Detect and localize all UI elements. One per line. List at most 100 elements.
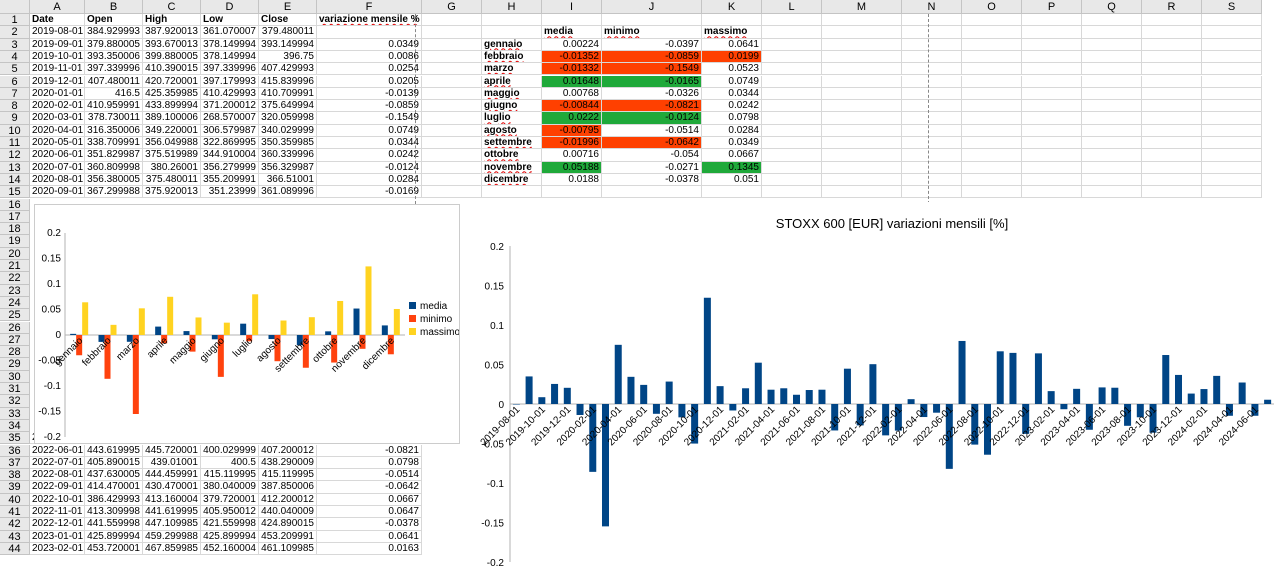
column-header-o[interactable]: O	[962, 0, 1022, 14]
data-cell[interactable]: 389.100006	[143, 112, 201, 125]
header-cell-d[interactable]: Low	[201, 14, 259, 27]
data-cell[interactable]: 0.0349	[317, 38, 422, 51]
data-cell[interactable]: 425.359985	[143, 87, 201, 101]
column-header-h[interactable]: H	[482, 0, 542, 14]
data-cell[interactable]: 2022-08-01	[30, 469, 85, 482]
data-cell[interactable]: 410.390015	[143, 63, 201, 76]
data-cell[interactable]: 2020-03-01	[30, 112, 85, 125]
summary-value-massimo[interactable]: 0.0667	[702, 149, 762, 162]
empty-cell[interactable]	[762, 186, 822, 199]
data-cell[interactable]: 371.200012	[201, 100, 259, 113]
header-cell-e[interactable]: Close	[259, 14, 317, 27]
row-header-35[interactable]: 35	[0, 432, 30, 445]
summary-value-media[interactable]: 0.00768	[542, 87, 602, 101]
empty-cell[interactable]	[1022, 161, 1082, 174]
column-header-a[interactable]: A	[30, 0, 85, 14]
data-cell[interactable]: 2022-10-01	[30, 493, 85, 506]
header-cell-a[interactable]: Date	[30, 14, 85, 27]
data-cell[interactable]: 2020-05-01	[30, 137, 85, 150]
summary-header-media[interactable]: media	[542, 26, 602, 39]
empty-cell[interactable]	[422, 161, 482, 174]
empty-cell[interactable]	[422, 63, 482, 76]
summary-month-label[interactable]: aprile	[482, 75, 542, 88]
data-cell[interactable]: 410.429993	[201, 87, 259, 101]
empty-cell[interactable]	[1202, 75, 1262, 88]
empty-cell[interactable]	[902, 149, 962, 162]
row-header-1[interactable]: 1	[0, 14, 30, 27]
empty-cell[interactable]	[602, 14, 702, 27]
data-cell[interactable]: 355.209991	[201, 173, 259, 187]
data-cell[interactable]: -0.0169	[317, 186, 422, 199]
summary-value-minimo[interactable]: -0.0165	[602, 75, 702, 88]
empty-cell[interactable]	[822, 63, 902, 76]
data-cell[interactable]: 416.5	[85, 87, 143, 101]
summary-value-media[interactable]: 0.01648	[542, 75, 602, 88]
summary-value-media[interactable]: -0.01352	[542, 50, 602, 64]
data-cell[interactable]: 453.209991	[259, 530, 317, 543]
data-cell[interactable]: 2019-08-01	[30, 26, 85, 39]
data-cell[interactable]: 407.429993	[259, 63, 317, 76]
empty-cell[interactable]	[422, 87, 482, 101]
data-cell[interactable]: 459.299988	[143, 530, 201, 543]
empty-cell[interactable]	[1082, 124, 1142, 137]
data-cell[interactable]: 410.709991	[259, 87, 317, 101]
empty-cell[interactable]	[822, 26, 902, 39]
data-cell[interactable]: 2022-07-01	[30, 456, 85, 470]
empty-cell[interactable]	[1022, 87, 1082, 101]
data-cell[interactable]: 0.0344	[317, 137, 422, 150]
empty-cell[interactable]	[422, 137, 482, 150]
empty-cell[interactable]	[962, 75, 1022, 88]
data-cell[interactable]: 0.0667	[317, 493, 422, 506]
row-header-26[interactable]: 26	[0, 321, 30, 334]
data-cell[interactable]: 380.26001	[143, 161, 201, 174]
row-header-38[interactable]: 38	[0, 469, 30, 482]
empty-cell[interactable]	[1022, 173, 1082, 187]
data-cell[interactable]: 356.380005	[85, 173, 143, 187]
empty-cell[interactable]	[902, 137, 962, 150]
column-header-s[interactable]: S	[1202, 0, 1262, 14]
empty-cell[interactable]	[1142, 63, 1202, 76]
data-cell[interactable]: 413.309998	[85, 506, 143, 519]
empty-cell[interactable]	[1202, 173, 1262, 187]
summary-value-minimo[interactable]: -0.054	[602, 149, 702, 162]
row-header-34[interactable]: 34	[0, 419, 30, 433]
row-header-24[interactable]: 24	[0, 296, 30, 310]
empty-cell[interactable]	[1082, 14, 1142, 27]
empty-cell[interactable]	[822, 38, 902, 51]
empty-cell[interactable]	[1082, 38, 1142, 51]
empty-cell[interactable]	[1022, 124, 1082, 137]
empty-cell[interactable]	[962, 161, 1022, 174]
empty-cell[interactable]	[702, 14, 762, 27]
data-cell[interactable]: 0.0284	[317, 173, 422, 187]
summary-value-media[interactable]: 0.0188	[542, 173, 602, 187]
row-header-29[interactable]: 29	[0, 358, 30, 371]
summary-value-massimo[interactable]: 0.1345	[702, 161, 762, 174]
row-header-15[interactable]: 15	[0, 186, 30, 199]
empty-cell[interactable]	[1202, 14, 1262, 27]
summary-month-label[interactable]: novembre	[482, 161, 542, 174]
empty-cell[interactable]	[902, 63, 962, 76]
data-cell[interactable]: 441.559998	[85, 518, 143, 531]
summary-value-massimo[interactable]: 0.0798	[702, 112, 762, 125]
data-cell[interactable]: 379.480011	[259, 26, 317, 39]
data-cell[interactable]: 320.059998	[259, 112, 317, 125]
summary-value-massimo[interactable]: 0.0749	[702, 75, 762, 88]
header-cell-b[interactable]: Open	[85, 14, 143, 27]
empty-cell[interactable]	[762, 124, 822, 137]
empty-cell[interactable]	[422, 173, 482, 187]
empty-cell[interactable]	[902, 87, 962, 101]
data-cell[interactable]: 268.570007	[201, 112, 259, 125]
data-cell[interactable]: 379.720001	[201, 493, 259, 506]
data-cell[interactable]: 384.929993	[85, 26, 143, 39]
empty-cell[interactable]	[482, 186, 542, 199]
row-header-25[interactable]: 25	[0, 309, 30, 322]
summary-value-media[interactable]: 0.00224	[542, 38, 602, 51]
row-header-42[interactable]: 42	[0, 518, 30, 531]
empty-cell[interactable]	[1142, 112, 1202, 125]
column-header-d[interactable]: D	[201, 0, 259, 14]
empty-cell[interactable]	[902, 38, 962, 51]
column-header-r[interactable]: R	[1142, 0, 1202, 14]
data-cell[interactable]: 461.109985	[259, 542, 317, 556]
empty-cell[interactable]	[822, 87, 902, 101]
row-header-37[interactable]: 37	[0, 456, 30, 470]
